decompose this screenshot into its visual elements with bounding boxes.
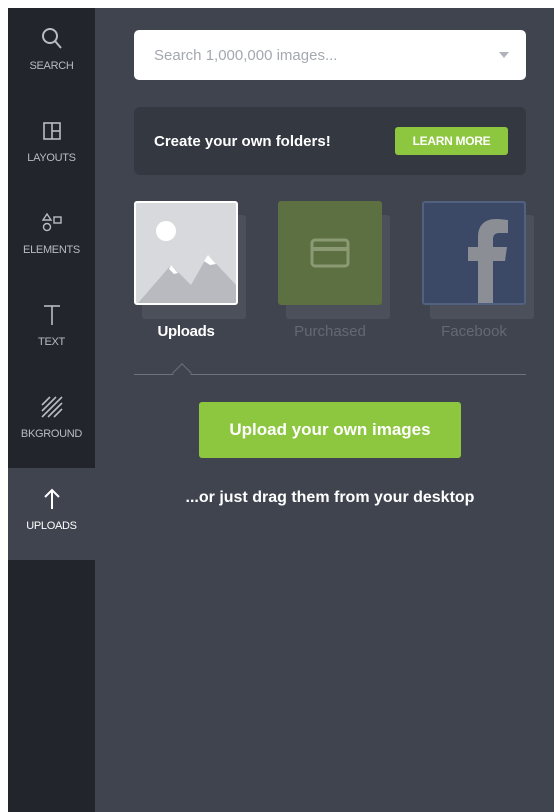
source-tile-label: Uploads bbox=[157, 323, 215, 340]
search-placeholder: Search 1,000,000 images... bbox=[154, 46, 338, 64]
sidebar-item-label: BKGROUND bbox=[20, 428, 83, 440]
sidebar-item-elements[interactable]: ELEMENTS bbox=[8, 192, 95, 284]
upload-images-button[interactable]: Upload your own images bbox=[199, 402, 461, 458]
pattern-icon bbox=[8, 394, 95, 420]
sidebar-item-layouts[interactable]: LAYOUTS bbox=[8, 100, 95, 192]
sidebar-item-label: TEXT bbox=[38, 336, 65, 348]
sidebar-item-uploads[interactable]: UPLOADS bbox=[8, 468, 95, 560]
text-icon bbox=[8, 302, 95, 328]
search-input[interactable]: Search 1,000,000 images... bbox=[134, 30, 526, 80]
sidebar-item-label: UPLOADS bbox=[26, 520, 77, 532]
divider bbox=[134, 374, 526, 375]
shapes-icon bbox=[8, 210, 95, 236]
sidebar-item-text[interactable]: TEXT bbox=[8, 284, 95, 376]
chevron-down-icon[interactable] bbox=[499, 52, 509, 58]
facebook-icon bbox=[422, 201, 526, 305]
learn-more-button[interactable]: LEARN MORE bbox=[395, 127, 508, 155]
upload-arrow-icon bbox=[8, 486, 95, 512]
source-tile-label: Facebook bbox=[441, 323, 507, 340]
sidebar: SEARCH LAYOUTS ELEMENTS TEXT BKGROUND UP… bbox=[8, 8, 95, 812]
sidebar-item-label: ELEMENTS bbox=[23, 244, 80, 256]
folders-banner-text: Create your own folders! bbox=[154, 132, 331, 150]
image-placeholder-icon bbox=[134, 201, 238, 305]
source-tile-label: Purchased bbox=[294, 323, 366, 340]
sidebar-item-search[interactable]: SEARCH bbox=[8, 8, 95, 100]
layout-icon bbox=[8, 118, 95, 144]
editor-panel: SEARCH LAYOUTS ELEMENTS TEXT BKGROUND UP… bbox=[8, 8, 554, 812]
sidebar-item-label: SEARCH bbox=[29, 60, 74, 72]
sidebar-item-label: LAYOUTS bbox=[27, 152, 76, 164]
search-icon bbox=[8, 26, 95, 52]
selection-notch bbox=[172, 363, 192, 383]
folders-banner: Create your own folders! LEARN MORE bbox=[134, 107, 526, 175]
drag-hint-text: ...or just drag them from your desktop bbox=[185, 489, 475, 506]
sidebar-item-background[interactable]: BKGROUND bbox=[8, 376, 95, 468]
credit-card-icon bbox=[278, 201, 382, 305]
